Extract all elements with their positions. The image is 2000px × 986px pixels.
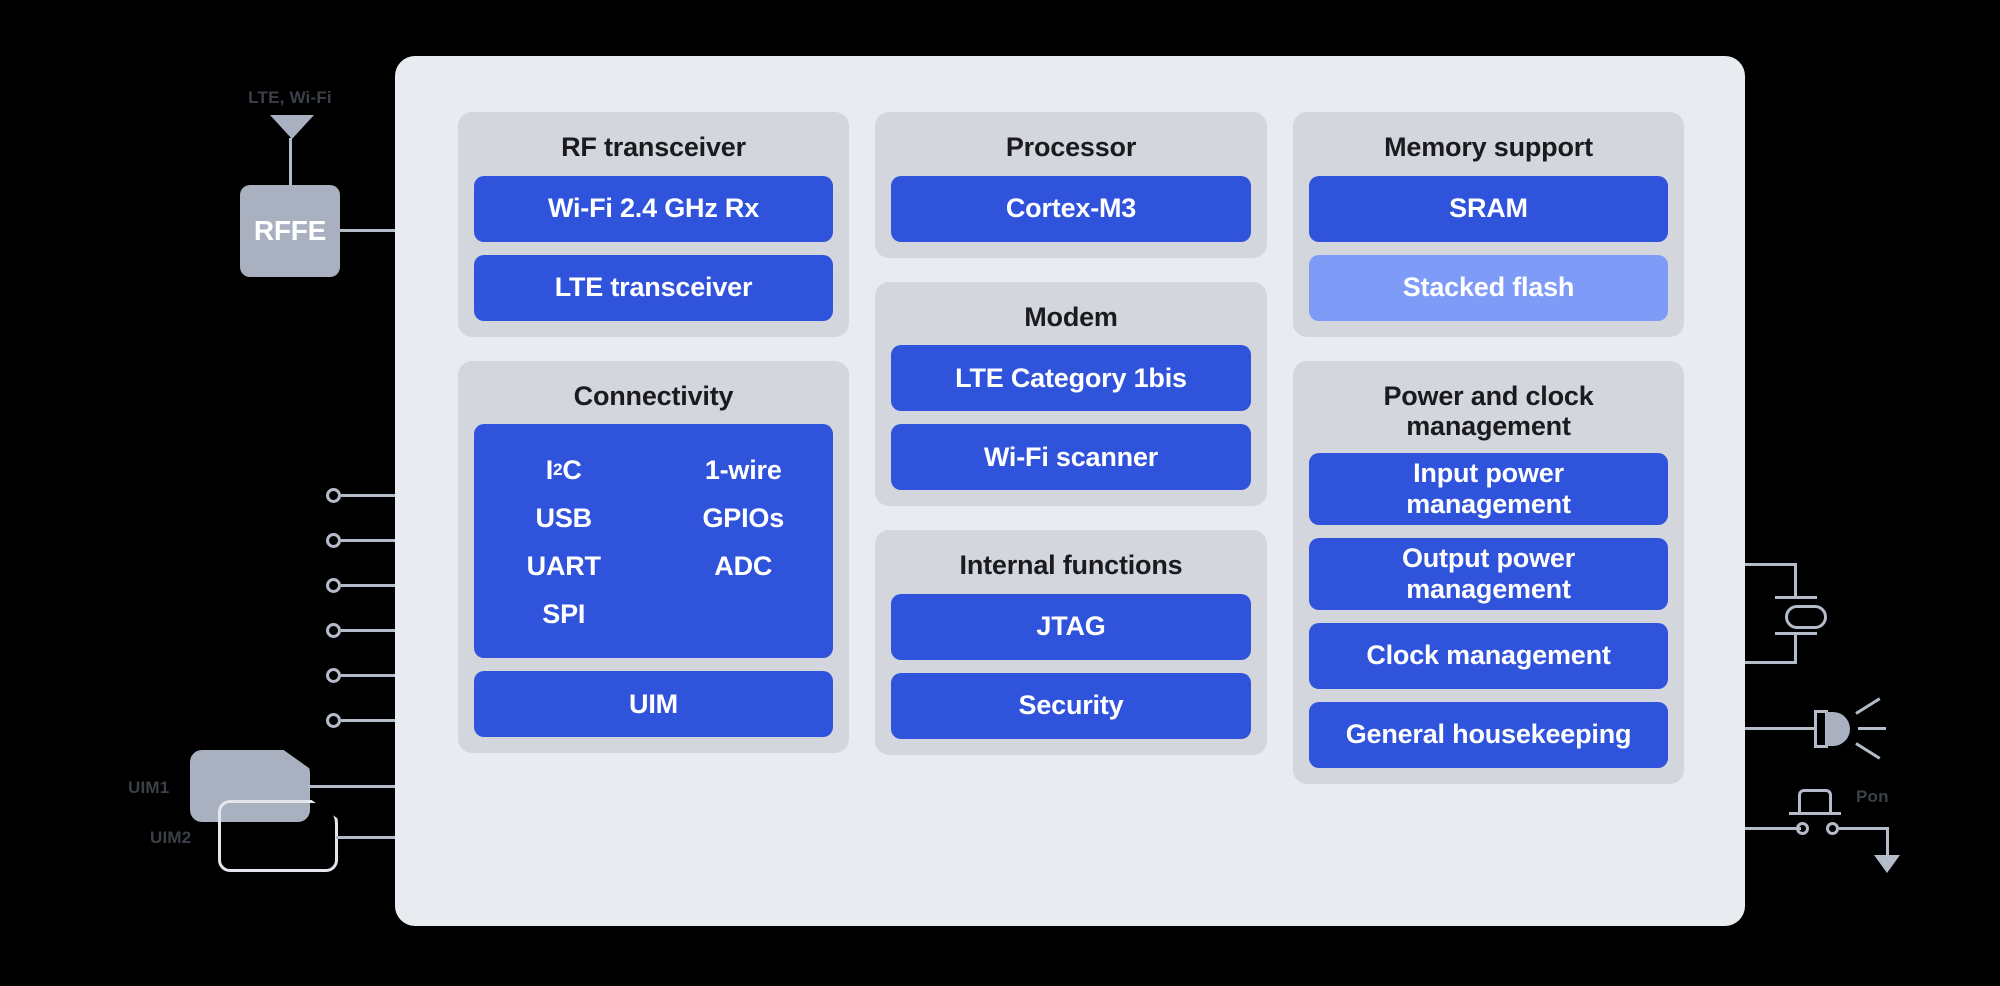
io-pin-1 xyxy=(326,488,341,503)
io-pin-4-wire xyxy=(341,629,398,632)
led-dome xyxy=(1826,712,1850,746)
interface-1-wire[interactable]: 1-wire xyxy=(705,446,782,494)
rffe-to-chip-wire xyxy=(340,229,398,232)
interface-gpios[interactable]: GPIOs xyxy=(702,494,784,542)
io-pin-5 xyxy=(326,668,341,683)
block-wifi-24ghz-rx[interactable]: Wi-Fi 2.4 GHz Rx xyxy=(474,175,833,242)
led-ray-2 xyxy=(1858,727,1886,730)
led-wire xyxy=(1745,727,1817,730)
block-input-power-management[interactable]: Input power management xyxy=(1309,452,1668,525)
xtal-lead-bottom xyxy=(1794,632,1797,664)
xtal-wire-top xyxy=(1745,563,1797,566)
block-output-power-management[interactable]: Output power management xyxy=(1309,537,1668,610)
block-cortex-m3[interactable]: Cortex-M3 xyxy=(891,175,1251,242)
output-power-line-1: Output power xyxy=(1401,543,1576,573)
uim2-sim-card-icon xyxy=(218,800,338,872)
block-clock-management[interactable]: Clock management xyxy=(1309,622,1668,689)
group-power-and-clock-management: Power and clock management Input power m… xyxy=(1293,360,1684,784)
group-title-power-and-clock-management: Power and clock management xyxy=(1309,381,1668,442)
block-uim[interactable]: UIM xyxy=(474,671,833,737)
group-internal-functions: Internal functions JTAG Security xyxy=(875,530,1267,755)
interface-i2c[interactable]: I2C xyxy=(546,446,582,494)
group-title-internal-functions: Internal functions xyxy=(959,550,1183,580)
group-memory-support: Memory support SRAM Stacked flash xyxy=(1293,112,1684,337)
interface-adc[interactable]: ADC xyxy=(714,542,772,590)
power-title-line-2: management xyxy=(1406,411,1571,441)
pon-wire-left xyxy=(1745,827,1801,830)
io-pin-5-wire xyxy=(341,674,398,677)
io-pin-6-wire xyxy=(341,719,398,722)
crystal-oscillator-icon xyxy=(1785,605,1827,629)
power-title-line-1: Power and clock xyxy=(1383,380,1594,411)
led-ray-3 xyxy=(1855,742,1881,760)
group-title-connectivity: Connectivity xyxy=(573,380,734,411)
interface-uart[interactable]: UART xyxy=(527,542,601,590)
antenna-label: LTE, Wi-Fi xyxy=(248,88,332,107)
group-title-memory-support: Memory support xyxy=(1384,132,1593,162)
block-jtag[interactable]: JTAG xyxy=(891,593,1251,660)
pon-node-left xyxy=(1796,822,1809,835)
rffe-block: RFFE xyxy=(240,185,340,277)
rffe-label: RFFE xyxy=(253,215,327,246)
push-button-bar xyxy=(1789,812,1841,815)
io-pin-3 xyxy=(326,578,341,593)
group-processor: Processor Cortex-M3 xyxy=(875,112,1267,258)
block-security[interactable]: Security xyxy=(891,672,1251,739)
block-stacked-flash[interactable]: Stacked flash xyxy=(1309,254,1668,321)
column-left: RF transceiver Wi-Fi 2.4 GHz Rx LTE tran… xyxy=(458,112,849,777)
xtal-plate-top xyxy=(1775,596,1817,599)
group-title-processor: Processor xyxy=(1005,132,1137,162)
column-middle: Processor Cortex-M3 Modem LTE Category 1… xyxy=(875,112,1267,779)
push-button-icon[interactable] xyxy=(1798,789,1832,813)
input-power-line-1: Input power xyxy=(1413,458,1564,488)
io-pin-1-wire xyxy=(341,494,398,497)
io-pin-3-wire xyxy=(341,584,398,587)
group-connectivity: Connectivity I2C 1-wire USB GPIOs UART A… xyxy=(458,360,849,753)
led-ray-1 xyxy=(1855,697,1881,715)
pon-arrow-icon xyxy=(1874,855,1900,873)
block-wifi-scanner[interactable]: Wi-Fi scanner xyxy=(891,424,1251,490)
block-lte-category-1bis[interactable]: LTE Category 1bis xyxy=(891,345,1251,411)
connectivity-interface-grid: I2C 1-wire USB GPIOs UART ADC SPI xyxy=(474,424,833,658)
group-modem: Modem LTE Category 1bis Wi-Fi scanner xyxy=(875,281,1267,506)
diagram-canvas: LTE, Wi-Fi RFFE UIM1 UIM2 RF transceiver… xyxy=(0,0,2000,986)
uim1-label: UIM1 xyxy=(128,778,170,797)
output-power-line-2: management xyxy=(1406,573,1571,604)
antenna-wire xyxy=(289,138,292,188)
group-title-modem: Modem xyxy=(1024,301,1118,332)
block-sram[interactable]: SRAM xyxy=(1309,175,1668,242)
pon-wire-right xyxy=(1839,827,1889,830)
io-pin-4 xyxy=(326,623,341,638)
uim1-wire xyxy=(308,785,400,788)
uim2-label: UIM2 xyxy=(150,828,192,847)
pon-label: Pon xyxy=(1856,787,1889,806)
interface-spi[interactable]: SPI xyxy=(542,590,585,638)
antenna-icon xyxy=(270,115,314,139)
pon-lead-down xyxy=(1886,827,1889,857)
group-title-rf-transceiver: RF transceiver xyxy=(561,132,746,162)
soc-chip-panel: RF transceiver Wi-Fi 2.4 GHz Rx LTE tran… xyxy=(395,56,1745,926)
pon-node-right xyxy=(1826,822,1839,835)
xtal-wire-bottom xyxy=(1745,661,1797,664)
xtal-lead-top xyxy=(1794,563,1797,599)
group-rf-transceiver: RF transceiver Wi-Fi 2.4 GHz Rx LTE tran… xyxy=(458,112,849,337)
uim2-wire xyxy=(336,836,400,839)
io-pin-6 xyxy=(326,713,341,728)
column-right: Memory support SRAM Stacked flash Power … xyxy=(1293,112,1684,808)
input-power-line-2: management xyxy=(1406,488,1571,519)
io-pin-2 xyxy=(326,533,341,548)
io-pin-2-wire xyxy=(341,539,398,542)
block-lte-transceiver[interactable]: LTE transceiver xyxy=(474,254,833,321)
block-general-housekeeping[interactable]: General housekeeping xyxy=(1309,701,1668,768)
interface-usb[interactable]: USB xyxy=(536,494,593,542)
